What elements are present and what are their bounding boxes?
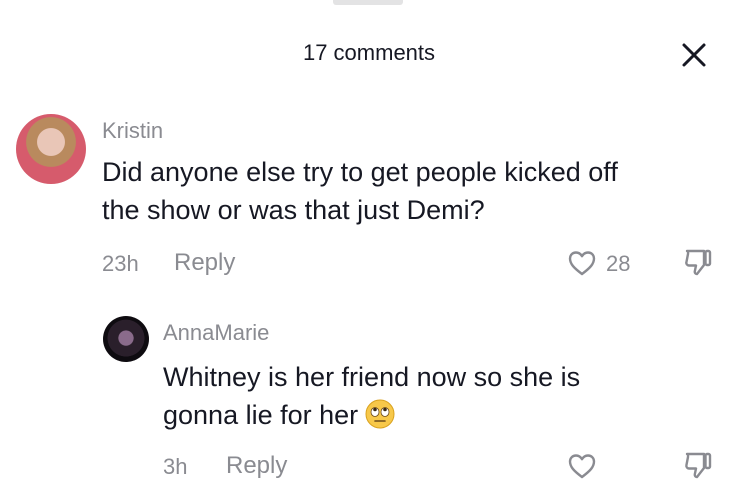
reply-button[interactable]: Reply [174,249,235,277]
comment-username[interactable]: AnnaMarie [163,320,269,346]
comment-timestamp: 3h [163,454,188,479]
comment-text-line: the show or was that just Demi? [102,195,485,225]
reply-button[interactable]: Reply [226,452,287,480]
thumbs-down-icon[interactable] [683,246,713,278]
heart-icon[interactable] [567,452,597,480]
avatar-annamarie[interactable] [103,316,149,362]
like-count: 28 [606,251,631,276]
eye-roll-emoji-icon [364,398,396,430]
comment-timestamp: 23h [102,251,139,276]
close-icon[interactable] [678,39,710,71]
thumbs-down-icon[interactable] [683,449,713,481]
comments-count-title: 17 comments [302,40,436,65]
comment-text-line: Did anyone else try to get people kicked… [102,157,618,187]
comment-text: gonna lie for her [163,400,359,430]
avatar-kristin[interactable] [16,114,86,184]
comment-text-line-with-emoji: gonna lie for her [163,396,396,434]
comment-text-line: Whitney is her friend now so she is [163,362,581,392]
drag-handle[interactable] [333,0,403,5]
heart-icon[interactable] [567,249,597,277]
comment-username[interactable]: Kristin [102,118,163,144]
